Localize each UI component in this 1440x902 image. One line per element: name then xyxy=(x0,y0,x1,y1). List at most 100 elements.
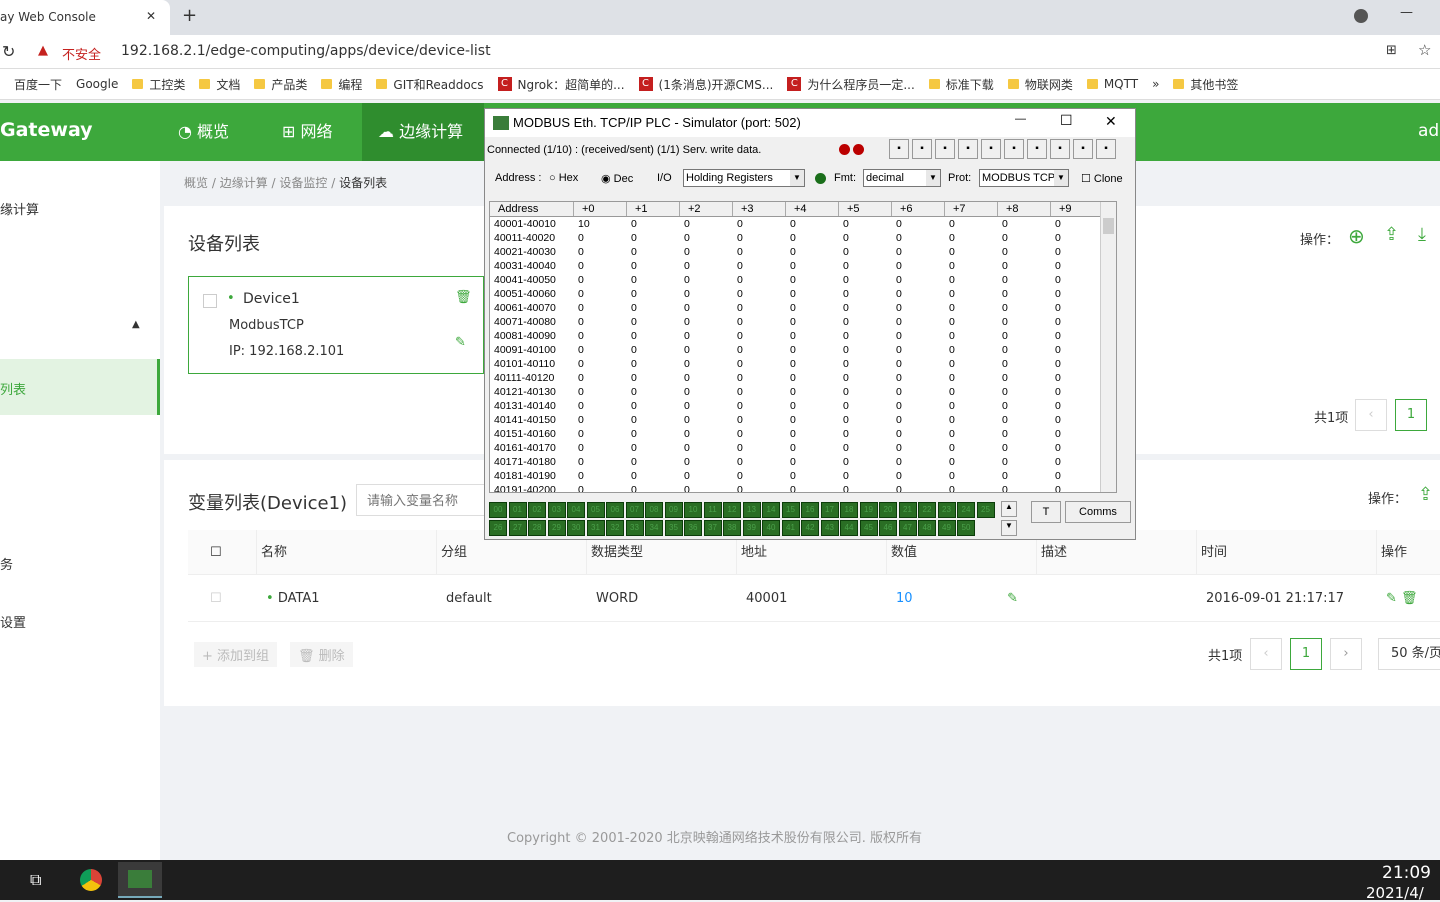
register-cell[interactable]: 0 xyxy=(1051,427,1104,441)
register-cell[interactable]: 0 xyxy=(680,273,733,287)
register-cell[interactable]: 0 xyxy=(627,427,680,441)
register-cell[interactable]: 0 xyxy=(945,469,998,483)
row-checkbox[interactable]: ☐ xyxy=(188,575,256,621)
register-cell[interactable]: 0 xyxy=(839,357,892,371)
register-cell[interactable]: 0 xyxy=(733,483,786,492)
register-cell[interactable]: 0 xyxy=(627,231,680,245)
register-cell[interactable]: 0 xyxy=(1051,245,1104,259)
register-cell[interactable]: 0 xyxy=(680,427,733,441)
variable-search-input[interactable] xyxy=(356,484,496,516)
register-cell[interactable]: 0 xyxy=(786,441,839,455)
register-cell[interactable]: 0 xyxy=(945,441,998,455)
register-cell[interactable]: 0 xyxy=(786,287,839,301)
register-cell[interactable]: 0 xyxy=(574,427,627,441)
coil-led[interactable]: 06 xyxy=(606,502,624,518)
register-cell[interactable]: 0 xyxy=(627,455,680,469)
coil-led[interactable]: 48 xyxy=(918,520,936,536)
bookmark-item[interactable]: 编程 xyxy=(321,76,362,93)
register-cell[interactable]: 0 xyxy=(998,371,1051,385)
coil-led[interactable]: 08 xyxy=(645,502,663,518)
register-cell[interactable]: 0 xyxy=(892,231,945,245)
register-cell[interactable]: 0 xyxy=(892,245,945,259)
register-cell[interactable]: 0 xyxy=(892,273,945,287)
hex-radio[interactable]: ○ Hex xyxy=(549,172,578,184)
register-cell[interactable]: 0 xyxy=(627,483,680,492)
register-cell[interactable]: 0 xyxy=(733,329,786,343)
coil-led[interactable]: 25 xyxy=(976,502,995,518)
register-cell[interactable]: 0 xyxy=(945,427,998,441)
register-cell[interactable]: 0 xyxy=(733,231,786,245)
coil-led[interactable]: 37 xyxy=(703,520,722,536)
register-cell[interactable]: 0 xyxy=(945,231,998,245)
register-cell[interactable]: 0 xyxy=(733,217,786,231)
dec-radio[interactable]: ◉ Dec xyxy=(601,172,633,185)
coil-led[interactable]: 23 xyxy=(937,502,956,518)
register-cell[interactable]: 0 xyxy=(892,371,945,385)
register-cell[interactable]: 0 xyxy=(627,413,680,427)
register-cell[interactable]: 0 xyxy=(627,287,680,301)
register-cell[interactable]: 0 xyxy=(892,427,945,441)
register-cell[interactable]: 0 xyxy=(680,385,733,399)
close-button[interactable]: ✕ xyxy=(1105,113,1117,130)
chrome-icon[interactable] xyxy=(80,869,102,891)
register-cell[interactable]: 0 xyxy=(627,371,680,385)
register-cell[interactable]: 0 xyxy=(892,259,945,273)
modsim-icon[interactable]: ▪ xyxy=(1027,139,1047,159)
bookmark-item[interactable]: 物联网类 xyxy=(1007,76,1073,93)
register-cell[interactable]: 0 xyxy=(998,287,1051,301)
register-cell[interactable]: 0 xyxy=(574,469,627,483)
prev-page-button[interactable]: ‹ xyxy=(1355,399,1387,431)
coil-led[interactable]: 13 xyxy=(742,502,761,518)
scroll-up-button[interactable]: ▲ xyxy=(1001,501,1017,517)
register-cell[interactable]: 0 xyxy=(945,413,998,427)
register-cell[interactable]: 0 xyxy=(627,399,680,413)
register-cell[interactable]: 0 xyxy=(892,399,945,413)
coil-led[interactable]: 38 xyxy=(723,520,741,536)
register-cell[interactable]: 0 xyxy=(839,483,892,492)
coil-led[interactable]: 20 xyxy=(879,502,897,518)
register-cell[interactable]: 0 xyxy=(839,427,892,441)
register-cell[interactable]: 0 xyxy=(1051,273,1104,287)
translate-icon[interactable]: ⊞ xyxy=(1386,43,1397,58)
coil-led[interactable]: 41 xyxy=(781,520,800,536)
register-cell[interactable]: 0 xyxy=(733,441,786,455)
person-icon[interactable]: ▪ xyxy=(981,139,1001,159)
coil-led[interactable]: 22 xyxy=(918,502,936,518)
register-cell[interactable]: 0 xyxy=(680,441,733,455)
coil-led[interactable]: 32 xyxy=(606,520,624,536)
register-cell[interactable]: 0 xyxy=(627,343,680,357)
register-cell[interactable]: 0 xyxy=(733,455,786,469)
bookmark-item[interactable]: C (1条消息)开源CMS... xyxy=(638,76,773,93)
register-cell[interactable]: 0 xyxy=(998,301,1051,315)
register-cell[interactable]: 0 xyxy=(786,399,839,413)
register-cell[interactable]: 0 xyxy=(998,455,1051,469)
register-cell[interactable]: 10 xyxy=(574,217,627,231)
register-cell[interactable]: 0 xyxy=(574,329,627,343)
register-cell[interactable]: 0 xyxy=(998,469,1051,483)
register-cell[interactable]: 0 xyxy=(945,483,998,492)
register-cell[interactable]: 0 xyxy=(786,217,839,231)
io-select[interactable]: Holding Registers ▼ xyxy=(683,169,805,187)
edit-value-icon[interactable]: ✎ xyxy=(1007,575,1018,622)
delete-button[interactable]: 🗑 删除 xyxy=(290,642,353,667)
register-cell[interactable]: 0 xyxy=(892,217,945,231)
register-cell[interactable]: 0 xyxy=(839,343,892,357)
reload-icon[interactable]: ↻ xyxy=(2,42,15,61)
add-to-group-button[interactable]: + 添加到组 xyxy=(194,642,278,667)
register-cell[interactable]: 0 xyxy=(1051,455,1104,469)
serial-icon[interactable]: ▪ xyxy=(958,139,978,159)
coil-led[interactable]: 10 xyxy=(684,502,702,518)
register-cell[interactable]: 0 xyxy=(627,273,680,287)
bookmark-item[interactable]: » xyxy=(1152,77,1159,91)
register-cell[interactable]: 0 xyxy=(945,399,998,413)
register-cell[interactable]: 0 xyxy=(998,245,1051,259)
register-cell[interactable]: 0 xyxy=(839,287,892,301)
register-cell[interactable]: 0 xyxy=(733,287,786,301)
register-cell[interactable]: 0 xyxy=(786,455,839,469)
register-cell[interactable]: 0 xyxy=(680,371,733,385)
register-cell[interactable]: 0 xyxy=(998,273,1051,287)
register-cell[interactable]: 0 xyxy=(945,343,998,357)
register-cell[interactable]: 0 xyxy=(733,315,786,329)
register-cell[interactable]: 0 xyxy=(680,455,733,469)
bookmark-item[interactable]: 文档 xyxy=(199,76,240,93)
